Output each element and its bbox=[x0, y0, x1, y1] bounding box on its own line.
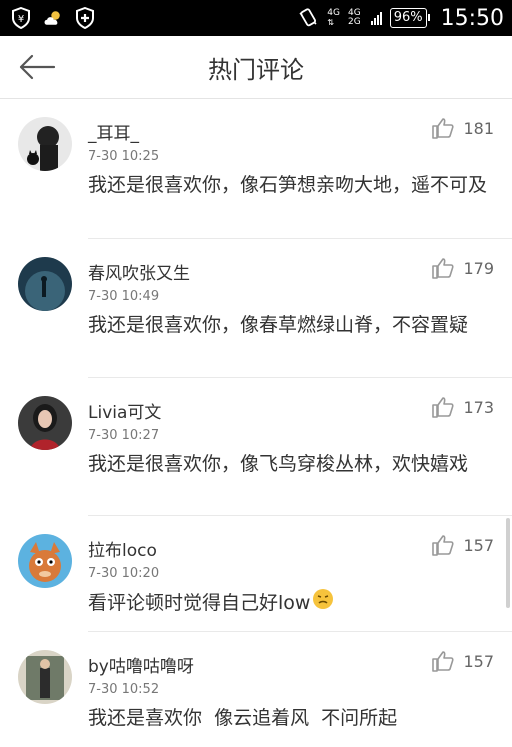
comment-item[interactable]: _耳耳_ 7-30 10:25 我还是很喜欢你，像石笋想亲吻大地，遥不可及 18… bbox=[0, 99, 512, 239]
vibrate-icon bbox=[297, 7, 319, 29]
avatar[interactable] bbox=[18, 534, 72, 588]
svg-text:¥: ¥ bbox=[18, 14, 24, 25]
comment-list: _耳耳_ 7-30 10:25 我还是很喜欢你，像石笋想亲吻大地，遥不可及 18… bbox=[0, 99, 512, 747]
comment-username[interactable]: by咕噜咕噜呀 bbox=[88, 652, 194, 677]
comment-time: 7-30 10:25 bbox=[88, 149, 160, 164]
like-count: 157 bbox=[463, 651, 494, 671]
like-button[interactable]: 179 bbox=[431, 257, 494, 279]
scrollbar[interactable] bbox=[506, 518, 510, 608]
comment-text: 我还是很喜欢你，像石笋想亲吻大地，遥不可及 bbox=[88, 174, 488, 196]
embarrassed-emoji-icon bbox=[312, 588, 334, 619]
like-button[interactable]: 181 bbox=[431, 117, 494, 139]
comment-text: 我还是很喜欢你，像春草燃绿山脊，不容置疑 bbox=[88, 314, 469, 336]
comment-text: 看评论顿时觉得自己好low bbox=[88, 588, 498, 619]
like-button[interactable]: 157 bbox=[431, 650, 494, 672]
comment-item[interactable]: by咕噜咕噜呀 7-30 10:52 我还是喜欢你 像云追着风 不问所起 157 bbox=[0, 632, 512, 747]
comment-time: 7-30 10:20 bbox=[88, 566, 160, 581]
comment-item[interactable]: 春风吹张又生 7-30 10:49 我还是很喜欢你，像春草燃绿山脊，不容置疑 1… bbox=[0, 239, 512, 378]
status-clock: 15:50 bbox=[440, 5, 504, 31]
comment-text: 我还是很喜欢你，像飞鸟穿梭丛林，欢快嬉戏 bbox=[88, 453, 469, 475]
comment-username[interactable]: 拉布loco bbox=[88, 536, 157, 561]
network-indicator-2: 4G 2G bbox=[347, 8, 361, 27]
like-count: 173 bbox=[463, 397, 494, 417]
comment-username[interactable]: _耳耳_ bbox=[88, 119, 139, 144]
comment-item[interactable]: Livia可文 7-30 10:27 我还是很喜欢你，像飞鸟穿梭丛林，欢快嬉戏 … bbox=[0, 378, 512, 516]
title-bar: 热门评论 bbox=[0, 36, 512, 99]
like-count: 181 bbox=[463, 118, 494, 138]
like-button[interactable]: 173 bbox=[431, 396, 494, 418]
avatar[interactable] bbox=[18, 257, 72, 311]
signal-bars-icon bbox=[370, 11, 382, 25]
thumbs-up-icon bbox=[432, 258, 455, 279]
like-count: 179 bbox=[463, 258, 494, 278]
thumbs-up-icon bbox=[432, 397, 455, 418]
status-bar: ¥ 4G ⇅ 4G 2G 96% 15:50 bbox=[0, 0, 512, 36]
thumbs-up-icon bbox=[432, 118, 455, 139]
like-count: 157 bbox=[463, 535, 494, 555]
yen-shield-icon: ¥ bbox=[10, 7, 32, 29]
network-indicator-1: 4G ⇅ bbox=[327, 8, 340, 28]
avatar[interactable] bbox=[18, 650, 72, 704]
weather-cloud-icon bbox=[42, 7, 64, 29]
avatar[interactable] bbox=[18, 396, 72, 450]
comment-username[interactable]: 春风吹张又生 bbox=[88, 259, 190, 284]
back-button[interactable] bbox=[18, 50, 58, 84]
page-title: 热门评论 bbox=[208, 55, 304, 84]
comment-username[interactable]: Livia可文 bbox=[88, 398, 161, 423]
comment-text: 我还是喜欢你 像云追着风 不问所起 bbox=[88, 707, 398, 729]
thumbs-up-icon bbox=[432, 535, 455, 556]
back-arrow-icon bbox=[19, 54, 56, 80]
comment-time: 7-30 10:52 bbox=[88, 682, 160, 697]
like-button[interactable]: 157 bbox=[431, 534, 494, 556]
comment-item[interactable]: 拉布loco 7-30 10:20 看评论顿时觉得自己好low 157 bbox=[0, 516, 512, 632]
comment-time: 7-30 10:27 bbox=[88, 428, 160, 443]
battery-indicator: 96% bbox=[389, 8, 430, 28]
avatar[interactable] bbox=[18, 117, 72, 171]
comment-time: 7-30 10:49 bbox=[88, 289, 160, 304]
security-shield-icon bbox=[74, 7, 96, 29]
thumbs-up-icon bbox=[432, 651, 455, 672]
